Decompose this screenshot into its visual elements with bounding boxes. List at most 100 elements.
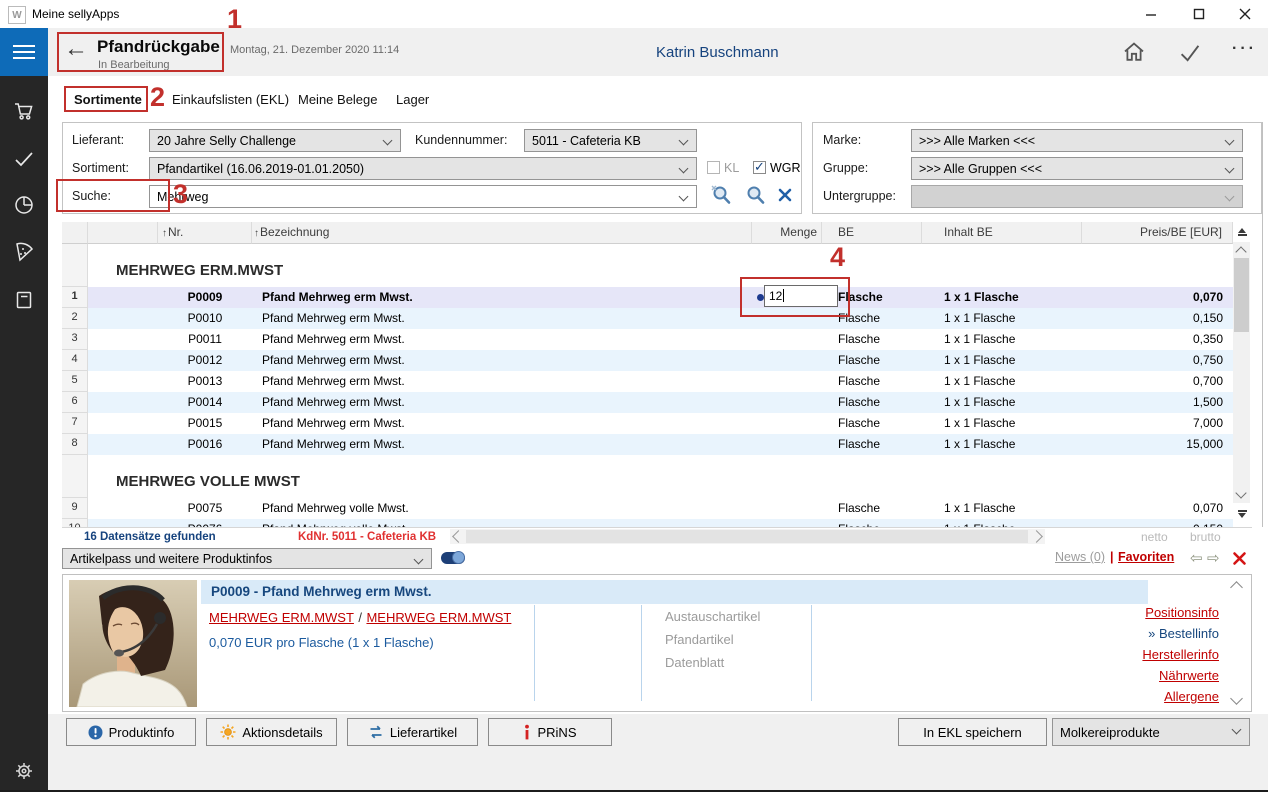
table-vertical-scrollbar[interactable] [1233, 222, 1251, 527]
tab-einkaufslisten[interactable]: Einkaufslisten (EKL) [172, 92, 289, 107]
allergene-link[interactable]: Allergene [1059, 689, 1219, 704]
scroll-to-bottom-button[interactable] [1233, 503, 1251, 523]
content-cell: 1 x 1 Flasche [922, 329, 1082, 350]
wgr-checkbox[interactable]: WGR [753, 159, 801, 177]
lieferant-label: Lieferant: [72, 133, 124, 147]
kl-checkbox[interactable]: KL [707, 159, 739, 177]
search-new-icon[interactable] [709, 183, 733, 207]
search-input[interactable]: Mehrweg [149, 185, 697, 208]
brutto-toggle[interactable]: brutto [1190, 530, 1221, 544]
article-name-cell: Pfand Mehrweg erm Mwst. [252, 287, 752, 308]
in-ekl-speichern-button[interactable]: In EKL speichern [898, 718, 1047, 746]
table-row[interactable]: 5P0013Pfand Mehrweg erm Mwst.Flasche1 x … [62, 371, 1233, 392]
article-name-cell: Pfand Mehrweg erm Mwst. [252, 350, 752, 371]
table-group-row: MEHRWEG ERM.MWST [62, 244, 1233, 287]
herstellerinfo-link[interactable]: Herstellerinfo [1059, 647, 1219, 662]
scroll-up-icon[interactable] [1235, 246, 1246, 257]
content-cell: 1 x 1 Flasche [922, 350, 1082, 371]
gear-icon[interactable] [13, 760, 35, 782]
news-link[interactable]: News (0) [1055, 550, 1105, 564]
tab-lager[interactable]: Lager [396, 92, 429, 107]
product-info-panel: P0009 - Pfand Mehrweg erm Mwst. MEHRWEG … [62, 574, 1252, 712]
price-cell: 1,500 [1082, 392, 1233, 413]
column-header-bezeichnung[interactable]: ↑Bezeichnung [252, 222, 752, 244]
breadcrumb-link-1[interactable]: MEHRWEG ERM.MWST [209, 610, 354, 625]
scroll-down-icon[interactable] [1235, 487, 1246, 498]
column-header-be[interactable]: BE [822, 222, 922, 244]
scrollbar-track[interactable] [1233, 242, 1250, 503]
productinfo-toggle[interactable] [441, 552, 465, 564]
bestellinfo-link[interactable]: » Bestellinfo [1059, 626, 1219, 641]
price-cell: 0,070 [1082, 498, 1233, 519]
table-row[interactable]: 4P0012Pfand Mehrweg erm Mwst.Flasche1 x … [62, 350, 1233, 371]
lieferartikel-button[interactable]: Lieferartikel [347, 718, 478, 746]
user-name[interactable]: Katrin Buschmann [656, 44, 779, 61]
table-row[interactable]: 7P0015Pfand Mehrweg erm Mwst.Flasche1 x … [62, 413, 1233, 434]
column-header-menge[interactable]: Menge [752, 222, 822, 244]
pie-chart-icon[interactable] [13, 194, 35, 216]
divider [641, 605, 642, 701]
home-icon[interactable] [1122, 40, 1146, 64]
table-row[interactable]: 2P0010Pfand Mehrweg erm Mwst.Flasche1 x … [62, 308, 1233, 329]
productinfo-select[interactable]: Artikelpass und weitere Produktinfos [62, 548, 432, 569]
hscrollbar-thumb[interactable] [466, 530, 1028, 543]
kategorie-select[interactable]: Molkereiprodukte [1052, 718, 1250, 746]
table-row[interactable]: 1P0009Pfand Mehrweg erm Mwst.12Flasche1 … [62, 287, 1233, 308]
minimize-button[interactable] [1128, 0, 1174, 28]
panel-scroll-down-icon[interactable] [1230, 692, 1243, 705]
clear-icon[interactable] [777, 187, 793, 203]
positionsinfo-link[interactable]: Positionsinfo [1059, 605, 1219, 620]
search-icon[interactable] [743, 183, 767, 207]
row-number-cell [62, 455, 88, 498]
table-row[interactable]: 9P0075Pfand Mehrweg volle Mwst.Flasche1 … [62, 498, 1233, 519]
kl-checkbox-box [707, 161, 720, 174]
breadcrumb-link-2[interactable]: MEHRWEG ERM.MWST [366, 610, 511, 625]
close-panel-icon[interactable] [1232, 551, 1247, 566]
next-arrow-icon[interactable]: ⇨ [1207, 549, 1220, 567]
table-row[interactable]: 3P0011Pfand Mehrweg erm Mwst.Flasche1 x … [62, 329, 1233, 350]
prev-arrow-icon[interactable]: ⇦ [1190, 549, 1203, 567]
gruppe-select[interactable]: >>> Alle Gruppen <<< [911, 157, 1243, 180]
unit-cell: Flasche [822, 392, 922, 413]
panel-scroll-up-icon[interactable] [1230, 581, 1243, 594]
scroll-left-icon[interactable] [452, 530, 465, 543]
pizza-icon[interactable] [13, 241, 35, 263]
scrollbar-thumb[interactable] [1234, 258, 1249, 332]
close-button[interactable] [1222, 0, 1268, 28]
favoriten-link[interactable]: Favoriten [1118, 550, 1174, 564]
aktionsdetails-button[interactable]: Aktionsdetails [206, 718, 337, 746]
table-row[interactable]: 6P0014Pfand Mehrweg erm Mwst.Flasche1 x … [62, 392, 1233, 413]
product-price-line: 0,070 EUR pro Flasche (1 x 1 Flasche) [209, 635, 434, 650]
scroll-to-top-button[interactable] [1233, 222, 1251, 242]
row-number-cell: 8 [62, 434, 88, 455]
sortiment-label: Sortiment: [72, 161, 129, 175]
article-number-cell: P0009 [158, 287, 252, 308]
table-horizontal-scrollbar[interactable] [450, 529, 1045, 544]
sortiment-select[interactable]: Pfandartikel (16.06.2019-01.01.2050) [149, 157, 697, 180]
column-header-nr[interactable]: ↑Nr. [158, 222, 252, 244]
book-icon[interactable] [13, 289, 35, 311]
kundennummer-select[interactable]: 5011 - Cafeteria KB [524, 129, 697, 152]
naehrwerte-link[interactable]: Nährwerte [1059, 668, 1219, 683]
prins-button[interactable]: PRiNS [488, 718, 612, 746]
confirm-check-icon[interactable] [1178, 41, 1202, 65]
lieferant-select[interactable]: 20 Jahre Selly Challenge [149, 129, 401, 152]
header-datetime: Montag, 21. Dezember 2020 11:14 [230, 44, 399, 56]
column-header-inhalt[interactable]: Inhalt BE [922, 222, 1082, 244]
table-row[interactable]: 10P0076Pfand Mehrweg volle Mwst.Flasche1… [62, 519, 1233, 528]
tab-meine-belege[interactable]: Meine Belege [298, 92, 378, 107]
row-number-cell [62, 244, 88, 287]
annotation-number-4: 4 [830, 242, 845, 273]
cart-icon[interactable] [13, 100, 35, 122]
scroll-right-icon[interactable] [1030, 530, 1043, 543]
netto-toggle[interactable]: netto [1141, 530, 1168, 544]
column-header-preis[interactable]: Preis/BE [EUR] [1082, 222, 1233, 244]
produktinfo-button[interactable]: Produktinfo [66, 718, 196, 746]
row-icon-cell [88, 371, 158, 392]
table-row[interactable]: 8P0016Pfand Mehrweg erm Mwst.Flasche1 x … [62, 434, 1233, 455]
menu-button[interactable] [0, 28, 48, 76]
marke-select[interactable]: >>> Alle Marken <<< [911, 129, 1243, 152]
maximize-button[interactable] [1176, 0, 1222, 28]
check-icon[interactable] [13, 148, 35, 170]
ellipsis-icon[interactable]: ··· [1232, 40, 1257, 58]
